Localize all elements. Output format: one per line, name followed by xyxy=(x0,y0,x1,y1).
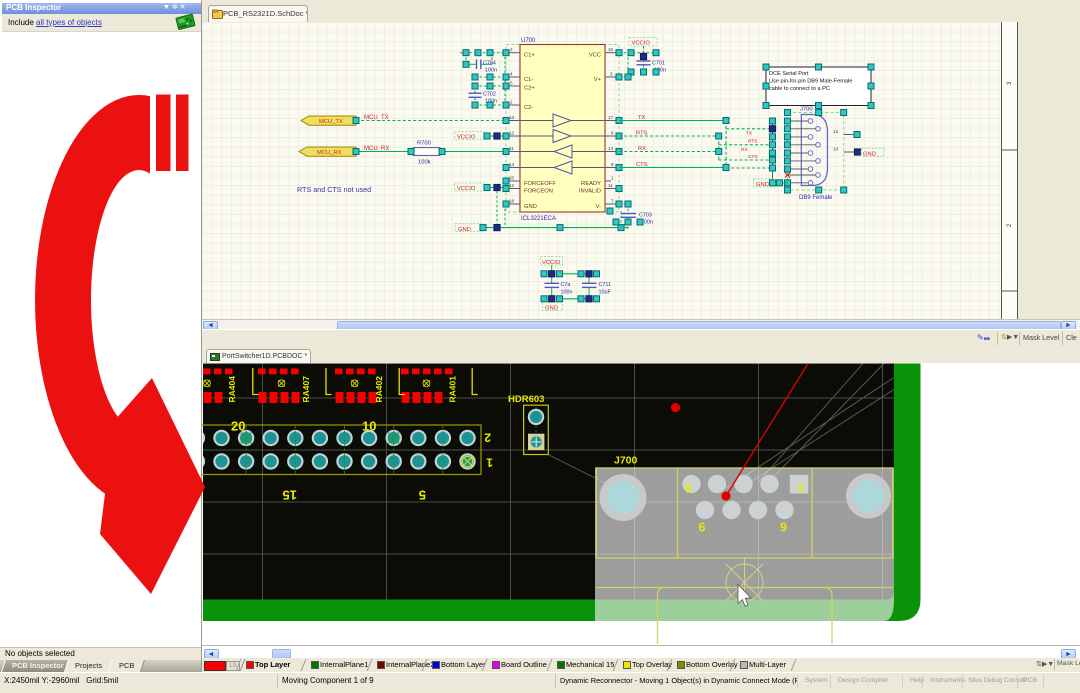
svg-text:14: 14 xyxy=(608,146,614,151)
svg-text:RA407: RA407 xyxy=(301,375,311,402)
svg-text:DB9 Female: DB9 Female xyxy=(799,195,833,201)
svg-text:10uF: 10uF xyxy=(599,290,612,296)
svg-text:15: 15 xyxy=(283,487,297,502)
svg-text:CTS: CTS xyxy=(636,162,648,168)
svg-text:12: 12 xyxy=(509,183,515,188)
svg-text:2: 2 xyxy=(510,47,513,52)
svg-text:U700: U700 xyxy=(521,38,536,44)
svg-text:VCCIO: VCCIO xyxy=(632,41,651,47)
svg-text:TX: TX xyxy=(746,131,753,137)
svg-text:MCU_RX: MCU_RX xyxy=(317,150,342,156)
svg-text:1: 1 xyxy=(611,175,614,180)
svg-text:GND: GND xyxy=(458,227,471,233)
svg-text:FORCEOFF: FORCEOFF xyxy=(524,181,556,187)
svg-text:MCU_TX: MCU_TX xyxy=(319,119,343,125)
svg-text:100n: 100n xyxy=(561,290,573,296)
svg-text:7: 7 xyxy=(611,198,614,203)
svg-text:5: 5 xyxy=(510,80,513,85)
svg-text:VCCIO: VCCIO xyxy=(457,135,476,141)
svg-text:cable to connect to a PC: cable to connect to a PC xyxy=(769,86,830,92)
svg-text:9: 9 xyxy=(611,162,614,167)
svg-text:CTS: CTS xyxy=(748,154,758,160)
svg-text:11: 11 xyxy=(509,146,514,151)
svg-text:GND: GND xyxy=(524,204,537,210)
svg-text:V+: V+ xyxy=(594,77,602,83)
svg-text:C2+: C2+ xyxy=(524,86,535,92)
svg-text:MCU_RX: MCU_RX xyxy=(364,146,389,152)
svg-text:14: 14 xyxy=(509,162,515,167)
svg-text:INVALID: INVALID xyxy=(579,188,601,194)
svg-text:16: 16 xyxy=(608,47,614,52)
svg-text:J700: J700 xyxy=(800,107,813,113)
svg-text:C7a: C7a xyxy=(561,282,571,288)
svg-text:5: 5 xyxy=(419,487,426,502)
svg-text:C711: C711 xyxy=(599,282,612,288)
svg-text:FORCEON: FORCEON xyxy=(524,188,553,194)
svg-text:DCE Serial Port: DCE Serial Port xyxy=(769,71,809,77)
svg-text:RX: RX xyxy=(638,146,646,152)
svg-text:6: 6 xyxy=(699,520,706,534)
svg-text:VCCIO: VCCIO xyxy=(542,260,561,266)
svg-text:R700: R700 xyxy=(417,141,431,147)
svg-text:2: 2 xyxy=(484,430,491,444)
svg-text:HDR603: HDR603 xyxy=(508,394,544,405)
svg-text:1: 1 xyxy=(510,99,513,104)
svg-text:C704: C704 xyxy=(483,61,496,67)
svg-text:5: 5 xyxy=(685,480,692,494)
svg-text:1: 1 xyxy=(797,480,804,494)
svg-text:100n: 100n xyxy=(485,68,497,74)
svg-text:RTS and CTS not used: RTS and CTS not used xyxy=(297,185,371,194)
svg-text:12: 12 xyxy=(833,129,839,134)
svg-text:C1-: C1- xyxy=(524,77,533,83)
svg-text:Use pin-for-pin DB9 Male-Femal: Use pin-for-pin DB9 Male-Female xyxy=(769,79,852,85)
svg-text:RTS: RTS xyxy=(748,139,758,145)
svg-text:TX: TX xyxy=(638,115,646,121)
svg-text:20: 20 xyxy=(509,175,515,180)
svg-text:GND: GND xyxy=(756,182,769,188)
svg-text:18: 18 xyxy=(509,198,515,203)
svg-text:RA401: RA401 xyxy=(448,375,458,402)
svg-text:8: 8 xyxy=(611,130,614,135)
svg-text:MCU_TX: MCU_TX xyxy=(364,115,389,121)
svg-text:J700: J700 xyxy=(614,454,638,466)
svg-text:VCC: VCC xyxy=(589,53,601,59)
svg-text:1: 1 xyxy=(486,455,493,469)
svg-text:17: 17 xyxy=(608,115,614,120)
svg-text:ICL3221ECA: ICL3221ECA xyxy=(521,216,556,222)
svg-text:C703: C703 xyxy=(639,213,652,219)
svg-text:14: 14 xyxy=(833,146,839,151)
svg-text:READY: READY xyxy=(581,181,601,187)
svg-text:VCCIO: VCCIO xyxy=(457,186,476,192)
svg-text:3: 3 xyxy=(610,71,613,76)
svg-text:RX: RX xyxy=(741,147,748,153)
svg-text:C701: C701 xyxy=(652,61,665,67)
svg-text:10: 10 xyxy=(362,418,376,433)
svg-text:11: 11 xyxy=(608,183,613,188)
svg-text:GND: GND xyxy=(863,152,876,158)
svg-text:4: 4 xyxy=(510,71,513,76)
svg-text:9: 9 xyxy=(780,520,787,534)
svg-text:RTS: RTS xyxy=(636,130,648,136)
svg-text:C1+: C1+ xyxy=(524,53,535,59)
svg-text:RA402: RA402 xyxy=(374,375,384,402)
svg-text:12: 12 xyxy=(509,130,515,135)
svg-text:C702: C702 xyxy=(483,92,496,98)
svg-text:13: 13 xyxy=(509,115,515,120)
svg-text:C2-: C2- xyxy=(524,105,533,111)
svg-text:V-: V- xyxy=(596,204,602,210)
svg-text:100k: 100k xyxy=(418,160,431,166)
svg-text:GND: GND xyxy=(545,306,558,312)
